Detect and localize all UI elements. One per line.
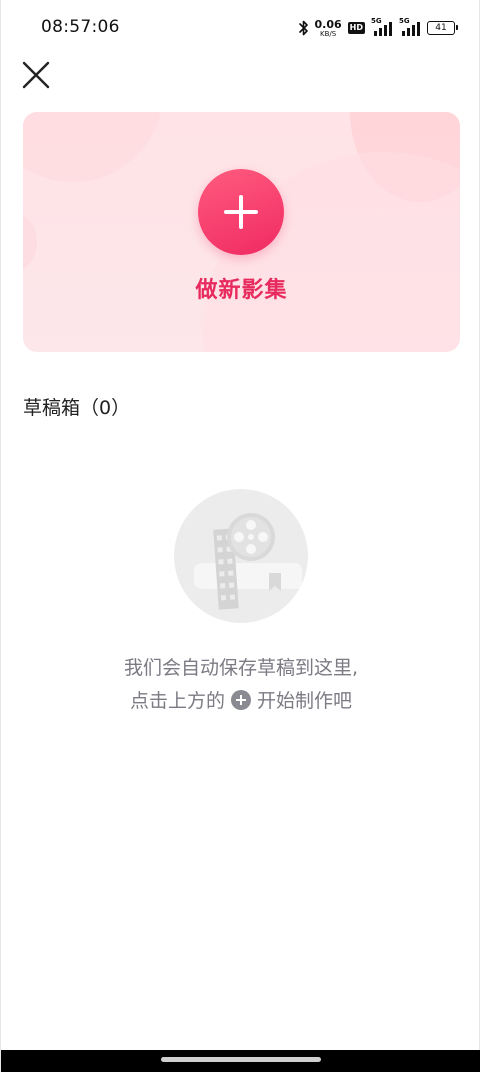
- close-icon: [22, 61, 50, 89]
- status-bar: 08:57:06 0.06 KB/S HD 5G 5G 41: [1, 0, 480, 56]
- bluetooth-icon: [298, 20, 309, 36]
- drafts-title: 草稿箱（0）: [23, 397, 131, 419]
- create-album-card[interactable]: 做新影集: [23, 112, 460, 352]
- battery-icon: 41: [427, 21, 458, 35]
- status-icons: 0.06 KB/S HD 5G 5G 41: [298, 16, 458, 40]
- empty-hint-line2: 点击上方的 开始制作吧: [1, 686, 480, 713]
- app-screen: 08:57:06 0.06 KB/S HD 5G 5G 41 做新影集 草稿箱（…: [0, 0, 480, 1072]
- empty-hint-line1: 我们会自动保存草稿到这里,: [123, 657, 359, 679]
- empty-hint-line2-after: 开始制作吧: [257, 690, 353, 712]
- network-speed-unit: KB/S: [319, 29, 337, 38]
- create-album-label: 做新影集: [195, 278, 288, 303]
- home-indicator[interactable]: [161, 1057, 321, 1062]
- network-speed-value: 0.06: [314, 17, 342, 31]
- status-time: 08:57:06: [41, 17, 120, 37]
- hd-badge: HD: [347, 22, 365, 34]
- create-plus-button[interactable]: [198, 169, 284, 255]
- plus-circle-icon: [231, 689, 251, 710]
- network-speed: 0.06 KB/S: [315, 19, 342, 38]
- signal-sim1-icon: 5G: [371, 17, 393, 36]
- navigation-bar: [1, 1050, 480, 1072]
- battery-level: 41: [435, 23, 447, 33]
- film-reel-icon: [174, 489, 308, 623]
- signal-sim2-icon: 5G: [399, 17, 421, 36]
- close-button[interactable]: [19, 58, 53, 92]
- empty-hint-line2-before: 点击上方的: [129, 690, 225, 712]
